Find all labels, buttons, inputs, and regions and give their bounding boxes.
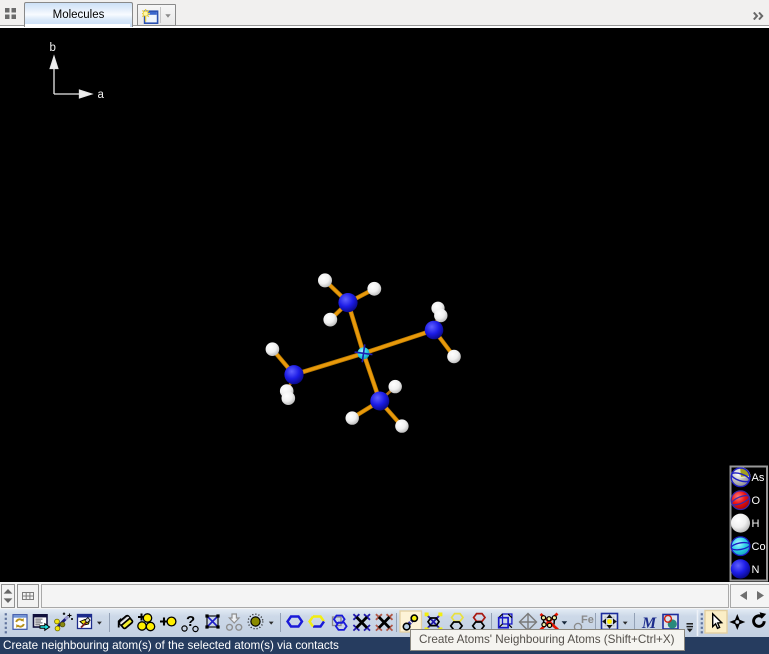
svg-text:As: As bbox=[752, 472, 765, 484]
svg-text:N: N bbox=[752, 564, 760, 576]
svg-text:H: H bbox=[752, 518, 760, 530]
svg-text:b: b bbox=[50, 42, 56, 54]
svg-text:O: O bbox=[752, 495, 761, 507]
svg-text:Fe: Fe bbox=[581, 614, 594, 626]
svg-text:a: a bbox=[98, 89, 105, 101]
svg-text:Co: Co bbox=[752, 541, 766, 553]
